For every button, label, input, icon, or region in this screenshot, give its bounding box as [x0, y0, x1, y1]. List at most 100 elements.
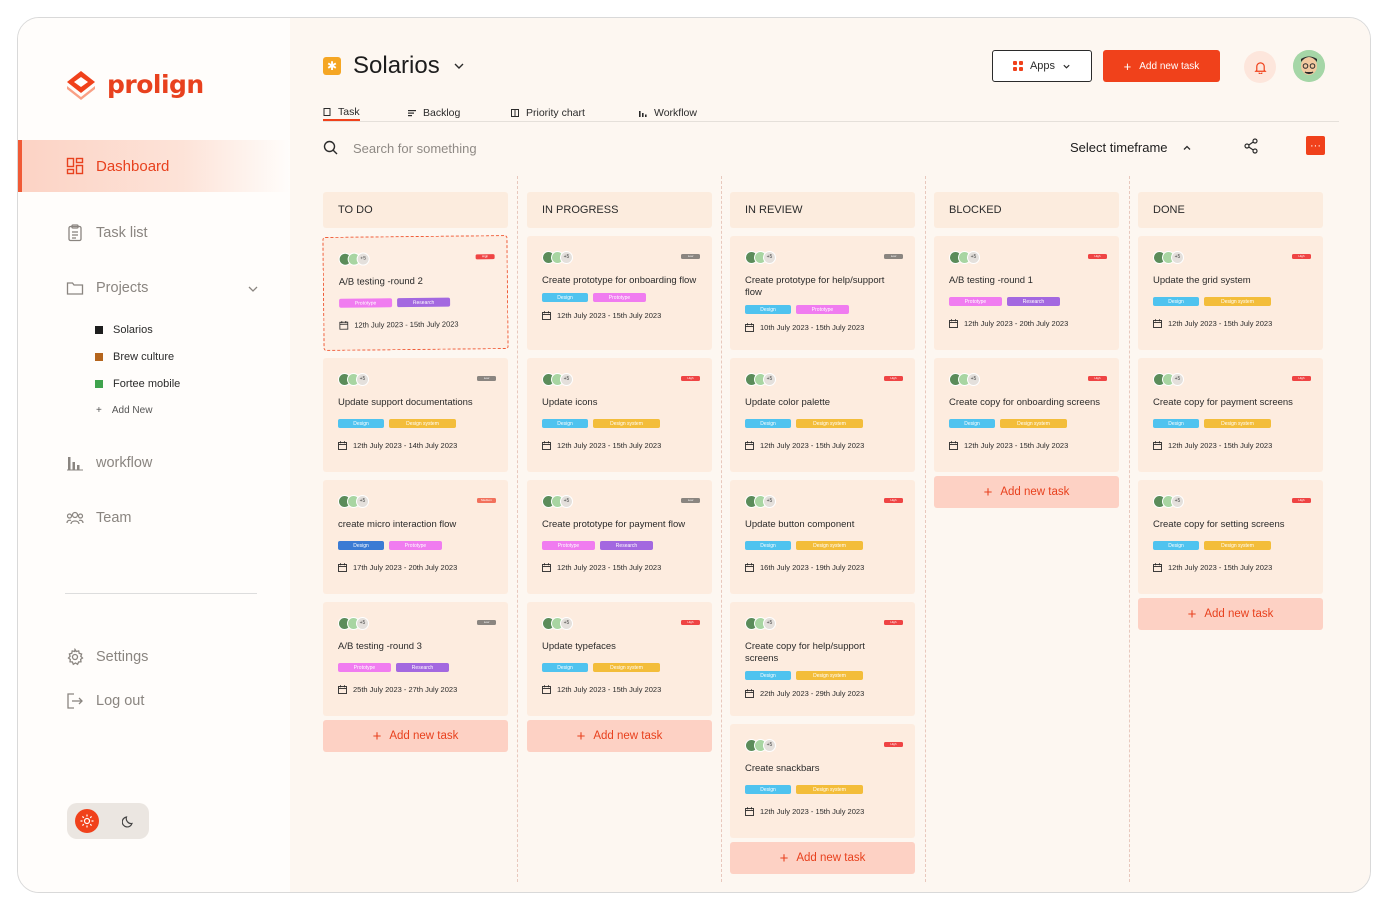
task-card[interactable]: +5 High Update typefaces Design Design sy… — [527, 602, 712, 716]
assignee-avatars: +5 — [1153, 250, 1308, 264]
add-new-task-button[interactable]: + Add new task — [1138, 598, 1323, 630]
project-item-solarios[interactable]: Solarios — [95, 324, 153, 336]
tab-label: Workflow — [654, 106, 697, 119]
tag-list: Design Prototype — [338, 541, 493, 550]
task-card[interactable]: +5 High Create snackbars Design Design sy… — [730, 724, 915, 838]
plus-icon: + — [96, 405, 102, 416]
task-card[interactable]: +5 High Create copy for onboarding scree… — [934, 358, 1119, 472]
calendar-icon — [338, 441, 347, 450]
apps-grid-icon — [1012, 61, 1023, 71]
tag-badge: Design system — [593, 663, 660, 672]
task-card[interactable]: +5 High Create copy for payment screens … — [1138, 358, 1323, 472]
search-input[interactable] — [353, 138, 653, 158]
priority-badge: High — [884, 620, 903, 625]
board-column: BLOCKED +5 High A/B testing -round 1 Pro… — [934, 192, 1119, 508]
sidebar-item-workflow[interactable]: workflow — [66, 454, 152, 472]
task-title: create micro interaction flow — [338, 519, 457, 530]
clipboard-icon — [68, 224, 82, 242]
tab-task[interactable]: Task — [323, 104, 360, 121]
priority-badge: High — [1088, 376, 1107, 381]
task-dates: 12th July 2023 - 15th July 2023 — [1153, 563, 1308, 572]
more-assignees-badge: +5 — [1171, 250, 1184, 264]
priority-badge: Low — [681, 498, 700, 503]
more-options-button[interactable]: ··· — [1306, 136, 1325, 155]
add-new-project-button[interactable]: + Add New — [96, 405, 152, 416]
sidebar-item-projects[interactable]: Projects — [66, 279, 148, 297]
project-item-brew-culture[interactable]: Brew culture — [95, 351, 174, 363]
view-tabs: Task Backlog Priority chart Workflow — [323, 104, 1339, 122]
task-card[interactable]: +5 Low Create prototype for onboarding f… — [527, 236, 712, 350]
task-card[interactable]: +5 Low Create prototype for payment flow… — [527, 480, 712, 594]
theme-toggle[interactable] — [67, 803, 149, 839]
tag-badge: Design — [745, 541, 791, 550]
apps-button[interactable]: Apps — [992, 50, 1092, 82]
tag-list: Design Design system — [338, 419, 493, 428]
add-new-task-button[interactable]: + Add new task — [934, 476, 1119, 508]
board-column: IN REVIEW +5 Low Create prototype for he… — [730, 192, 915, 874]
date-range: 10th July 2023 - 15th July 2023 — [760, 323, 865, 332]
sidebar-item-log-out[interactable]: Log out — [66, 692, 144, 710]
task-card[interactable]: +5 High A/B testing -round 1 Prototype Re… — [934, 236, 1119, 350]
add-new-task-button[interactable]: + Add new task — [730, 842, 915, 874]
sidebar-item-settings[interactable]: Settings — [66, 648, 148, 666]
task-card[interactable]: +5 High Update the grid system Design Des… — [1138, 236, 1323, 350]
tab-priority-chart[interactable]: Priority chart — [511, 104, 585, 121]
task-card[interactable]: +5 High Update icons Design Design system… — [527, 358, 712, 472]
chevron-up-icon — [1183, 145, 1191, 150]
task-card[interactable]: +5 Low Update support documentations Des… — [323, 358, 508, 472]
tag-list: Prototype Research — [338, 663, 493, 672]
task-dates: 12th July 2023 - 15th July 2023 — [1153, 441, 1308, 450]
user-avatar[interactable] — [1293, 50, 1325, 82]
tag-badge: Design — [745, 671, 791, 680]
task-dates: 12th July 2023 - 15th July 2023 — [542, 685, 697, 694]
task-dates: 12th July 2023 - 15th July 2023 — [949, 441, 1104, 450]
task-card[interactable]: +5 High Create copy for help/support scr… — [730, 602, 915, 716]
tag-badge: Design — [949, 419, 995, 428]
task-card[interactable]: +5 Low A/B testing -round 3 Prototype Res… — [323, 602, 508, 716]
assignee-avatars: +5 — [542, 372, 697, 386]
tag-badge: Design system — [796, 419, 863, 428]
chevron-down-icon — [1063, 64, 1070, 69]
light-mode-button[interactable] — [75, 809, 99, 833]
task-card[interactable]: +5 Medium create micro interaction flow … — [323, 480, 508, 594]
chevron-down-icon[interactable] — [246, 282, 260, 296]
column-header: BLOCKED — [934, 192, 1119, 228]
task-card[interactable]: +5 High Create copy for setting screens … — [1138, 480, 1323, 594]
dark-mode-button[interactable] — [117, 809, 141, 833]
sidebar-item-label: Log out — [96, 693, 145, 709]
tab-backlog[interactable]: Backlog — [408, 104, 460, 121]
calendar-icon — [745, 323, 754, 332]
task-card[interactable]: +5 High Update button component Design De… — [730, 480, 915, 594]
tab-workflow[interactable]: Workflow — [639, 104, 697, 121]
sidebar-item-team[interactable]: Team — [66, 509, 131, 527]
project-switcher[interactable]: ✱ Solarios — [323, 52, 466, 80]
task-card[interactable]: +5 High Update color palette Design Desig… — [730, 358, 915, 472]
timeframe-select[interactable]: Select timeframe — [1070, 140, 1192, 155]
add-new-task-button[interactable]: + Add new task — [323, 720, 508, 752]
assignee-avatars: +5 — [338, 372, 493, 386]
team-icon — [66, 511, 84, 525]
priority-badge: Low — [477, 376, 496, 381]
add-new-task-button[interactable]: + Add new task — [1103, 50, 1220, 82]
sidebar-item-task-list[interactable]: Task list — [66, 224, 148, 242]
sidebar-item-dashboard[interactable]: Dashboard — [18, 140, 290, 192]
calendar-icon — [339, 321, 349, 330]
add-new-task-button[interactable]: + Add new task — [527, 720, 712, 752]
task-dates: 12th July 2023 - 15th July 2023 — [542, 563, 697, 572]
notifications-button[interactable] — [1244, 51, 1276, 83]
tag-badge: Design system — [796, 785, 863, 794]
task-dates: 12th July 2023 - 15th July 2023 — [745, 807, 900, 816]
project-badge-icon: ✱ — [323, 57, 341, 75]
calendar-icon — [338, 563, 347, 572]
tag-list: Design Prototype — [745, 305, 900, 314]
more-assignees-badge: +5 — [763, 738, 776, 752]
project-item-fortee-mobile[interactable]: Fortee mobile — [95, 378, 180, 390]
priority-badge: High — [1292, 376, 1311, 381]
date-range: 25th July 2023 - 27th July 2023 — [353, 685, 458, 694]
task-card[interactable]: +5 High A/B testing -round 2 Prototype Re… — [322, 235, 509, 351]
timeframe-label: Select timeframe — [1070, 140, 1168, 155]
calendar-icon — [949, 441, 958, 450]
share-icon[interactable] — [1243, 138, 1259, 154]
column-header: DONE — [1138, 192, 1323, 228]
task-card[interactable]: +5 Low Create prototype for help/support… — [730, 236, 915, 350]
